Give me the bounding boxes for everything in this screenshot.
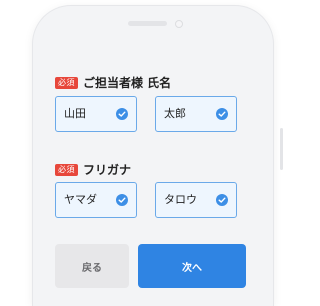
check-circle-icon (116, 108, 128, 120)
furigana-section-header: 必須 フリガナ (55, 161, 131, 178)
first-name-field[interactable]: 太郎 (155, 96, 237, 132)
phone-speaker (128, 21, 167, 26)
first-name-kana-value: タロウ (164, 193, 197, 206)
name-label: ご担当者様 氏名 (83, 76, 172, 90)
back-button[interactable]: 戻る (55, 244, 129, 288)
check-circle-icon (216, 108, 228, 120)
last-name-kana-field[interactable]: ヤマダ (55, 182, 137, 218)
next-button[interactable]: 次へ (138, 244, 246, 288)
name-section-header: 必須 ご担当者様 氏名 (55, 74, 171, 91)
last-name-field[interactable]: 山田 (55, 96, 137, 132)
last-name-value: 山田 (64, 107, 86, 120)
first-name-kana-field[interactable]: タロウ (155, 182, 237, 218)
check-circle-icon (216, 194, 228, 206)
last-name-kana-value: ヤマダ (64, 193, 97, 206)
phone-side-button (280, 128, 283, 170)
check-circle-icon (116, 194, 128, 206)
required-badge: 必須 (55, 163, 78, 176)
phone-camera (175, 20, 183, 28)
required-badge: 必須 (55, 76, 78, 89)
furigana-label: フリガナ (83, 163, 132, 177)
first-name-value: 太郎 (164, 107, 186, 120)
